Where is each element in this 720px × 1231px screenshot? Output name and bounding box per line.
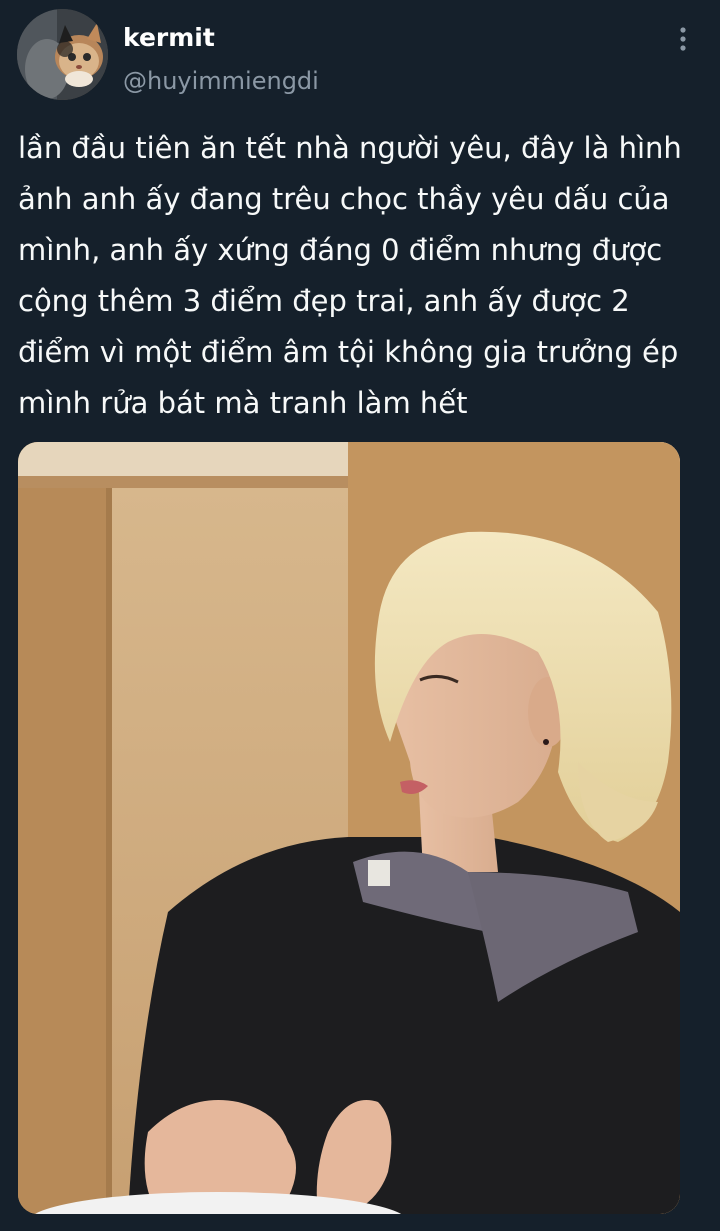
tweet: kermit @huyimmiengdi lần đầu tiên ăn tết… [0, 0, 720, 1231]
user-handle[interactable]: @huyimmiengdi [123, 65, 319, 97]
tweet-text: lần đầu tiên ăn tết nhà người yêu, đây l… [18, 131, 682, 420]
avatar[interactable] [17, 9, 108, 100]
display-name[interactable]: kermit [123, 22, 215, 54]
more-vertical-icon [680, 27, 686, 51]
photo-image [18, 442, 680, 1214]
more-options-button[interactable] [668, 22, 698, 56]
tweet-photo[interactable] [18, 442, 680, 1214]
cat-avatar-icon [17, 9, 108, 100]
